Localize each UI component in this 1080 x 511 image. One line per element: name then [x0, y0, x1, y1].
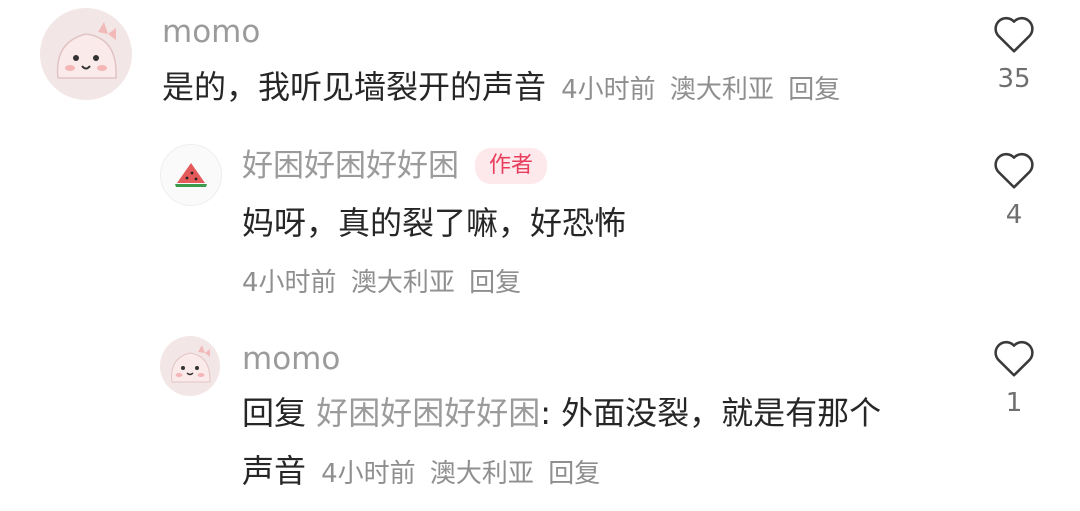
comment-text: 妈呀，真的裂了嘛，好恐怖 [242, 204, 627, 242]
author-badge: 作者 [475, 148, 548, 184]
heart-icon [994, 16, 1034, 53]
like-count: 1 [1005, 388, 1023, 418]
watermelon-icon [175, 163, 207, 187]
comment-meta: 4小时前 澳大利亚 回复 [561, 75, 846, 105]
comment-meta: 4小时前 澳大利亚 回复 [321, 459, 606, 489]
comment-text-line2: 声音 [242, 452, 307, 490]
avatar[interactable] [160, 336, 220, 396]
avatar[interactable] [40, 8, 132, 100]
reply-link[interactable]: 回复 [788, 75, 840, 105]
comment-time: 4小时前 [561, 75, 656, 105]
comment-text-line1: : 外面没裂，就是有那个 [540, 394, 882, 432]
comment-username[interactable]: momo [162, 14, 260, 50]
comment-time: 4小时前 [242, 268, 337, 298]
comment-location: 澳大利亚 [669, 75, 774, 105]
comment-location: 澳大利亚 [350, 268, 455, 298]
comment-time: 4小时前 [321, 459, 416, 489]
comment-username[interactable]: momo [242, 341, 340, 377]
comment-text: 是的，我听见墙裂开的声音 [162, 68, 547, 106]
like-button[interactable]: 35 [982, 14, 1046, 94]
comment-location: 澳大利亚 [429, 459, 534, 489]
like-count: 4 [1005, 200, 1023, 230]
comment-body: 是的，我听见墙裂开的声音 4小时前 澳大利亚 回复 [162, 68, 846, 106]
like-count: 35 [997, 64, 1031, 94]
comment-header: 好困好困好好困 作者 [242, 148, 548, 184]
reply-link[interactable]: 回复 [469, 268, 521, 298]
comment-meta: 4小时前 澳大利亚 回复 [242, 262, 527, 299]
like-button[interactable]: 1 [982, 338, 1046, 418]
heart-icon [994, 152, 1034, 189]
reply-target-username[interactable]: 好困好困好好困 [316, 394, 540, 432]
dino-avatar-icon [160, 336, 220, 396]
dino-avatar-icon [40, 8, 132, 100]
reply-link[interactable]: 回复 [548, 459, 600, 489]
heart-icon [994, 340, 1034, 377]
comment-text: 回复 好困好困好好困: 外面没裂，就是有那个 [242, 394, 881, 432]
comment-username[interactable]: 好困好困好好困 [242, 148, 459, 184]
reply-prefix: 回复 [242, 394, 307, 432]
avatar[interactable] [160, 144, 222, 206]
comment-body-line2: 声音 4小时前 澳大利亚 回复 [242, 452, 606, 490]
like-button[interactable]: 4 [982, 150, 1046, 230]
